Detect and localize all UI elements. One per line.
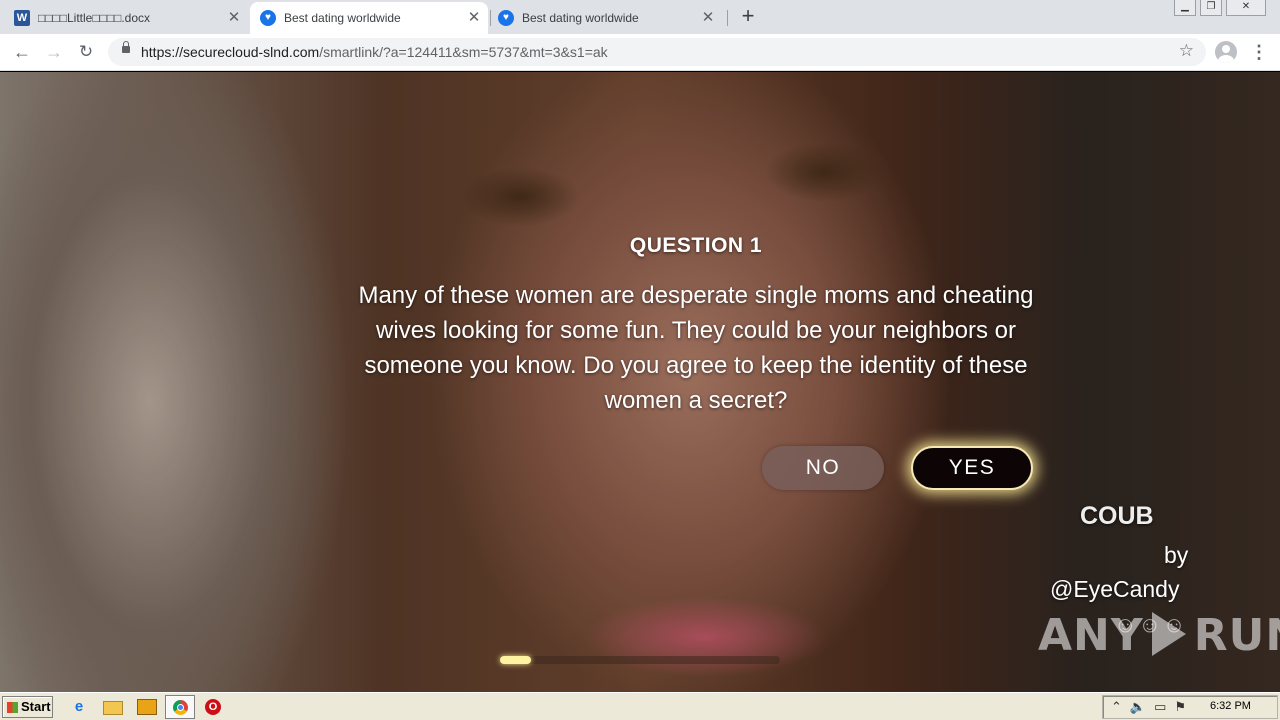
watermark-right: RUN [1193,610,1280,661]
back-arrow-icon[interactable]: ← [10,40,34,64]
bookmark-star-icon[interactable]: ☆ [1179,41,1194,61]
profile-avatar-icon[interactable] [1215,41,1237,63]
close-tab-icon[interactable]: ✕ [466,10,482,26]
address-bar[interactable]: https://securecloud-slnd.com/smartlink/?… [108,38,1206,66]
folder-icon[interactable] [103,701,123,715]
lock-icon[interactable] [122,41,130,53]
tab-strip: W □□□□Little□□□□.docx ✕ ♥ Best dating wo… [0,0,1280,34]
opera-icon[interactable]: O [205,699,221,715]
media-player-icon[interactable] [137,699,157,715]
browser-toolbar: ← → ↻ https://securecloud-slnd.com/smart… [0,34,1280,71]
tab-title: Best dating worldwide [284,11,401,25]
minimize-button[interactable]: ▁ [1174,0,1196,16]
quiz-panel: QUESTION 1 Many of these women are despe… [356,234,1036,418]
watermark-left: ANY [1038,610,1144,661]
new-tab-button[interactable]: + [736,5,760,29]
anyrun-watermark: ANY RUN [1038,610,1280,661]
url-path: /smartlink/?a=124411&sm=5737&mt=3&s1=ak [319,44,608,60]
page-content: QUESTION 1 Many of these women are despe… [0,72,1280,692]
tab-dating-active[interactable]: ♥ Best dating worldwide ✕ [250,2,488,34]
tab-dating[interactable]: ♥ Best dating worldwide ✕ [490,2,722,34]
internet-explorer-icon[interactable]: e [69,697,89,717]
close-tab-icon[interactable]: ✕ [226,10,242,26]
system-tray: ⌃🔈▭⚑ 6:32 PM [1102,695,1278,719]
maximize-button[interactable]: ❐ [1200,0,1222,16]
no-button[interactable]: NO [762,446,884,490]
coub-brand: COUB [1080,502,1154,530]
reload-icon[interactable]: ↻ [74,40,98,64]
clock[interactable]: 6:32 PM [1210,700,1251,712]
chrome-taskbar-button[interactable] [165,695,195,719]
taskbar: Start e O ⌃🔈▭⚑ 6:32 PM [0,692,1280,720]
credit-by: by [1164,542,1189,568]
kebab-menu-icon[interactable]: ⋮ [1250,40,1268,64]
play-icon [1151,612,1186,656]
quiz-progress-bar [500,656,780,664]
question-text: Many of these women are desperate single… [358,282,1034,414]
progress-fill [500,656,531,664]
tray-icons[interactable]: ⌃🔈▭⚑ [1111,699,1194,715]
tab-title: □□□□Little□□□□.docx [38,11,151,25]
forward-arrow-icon[interactable]: → [42,40,66,64]
close-tab-icon[interactable]: ✕ [700,10,716,26]
heart-shield-icon: ♥ [260,10,276,26]
word-icon: W [14,10,30,26]
start-button[interactable]: Start [2,696,53,718]
yes-button[interactable]: YES [911,446,1033,490]
close-window-button[interactable]: ✕ [1226,0,1266,16]
credit-handle: @EyeCandy [1050,576,1180,602]
tab-title: Best dating worldwide [522,11,639,25]
question-title: QUESTION 1 [629,234,763,257]
url-host: https://securecloud-slnd.com [141,44,320,60]
tab-separator [727,10,728,26]
tab-docx[interactable]: W □□□□Little□□□□.docx ✕ [14,2,248,34]
chrome-icon [173,700,188,715]
url-text[interactable]: https://securecloud-slnd.com/smartlink/?… [141,44,608,60]
heart-shield-icon: ♥ [498,10,514,26]
window-controls: ▁ ❐ ✕ [1170,0,1266,16]
